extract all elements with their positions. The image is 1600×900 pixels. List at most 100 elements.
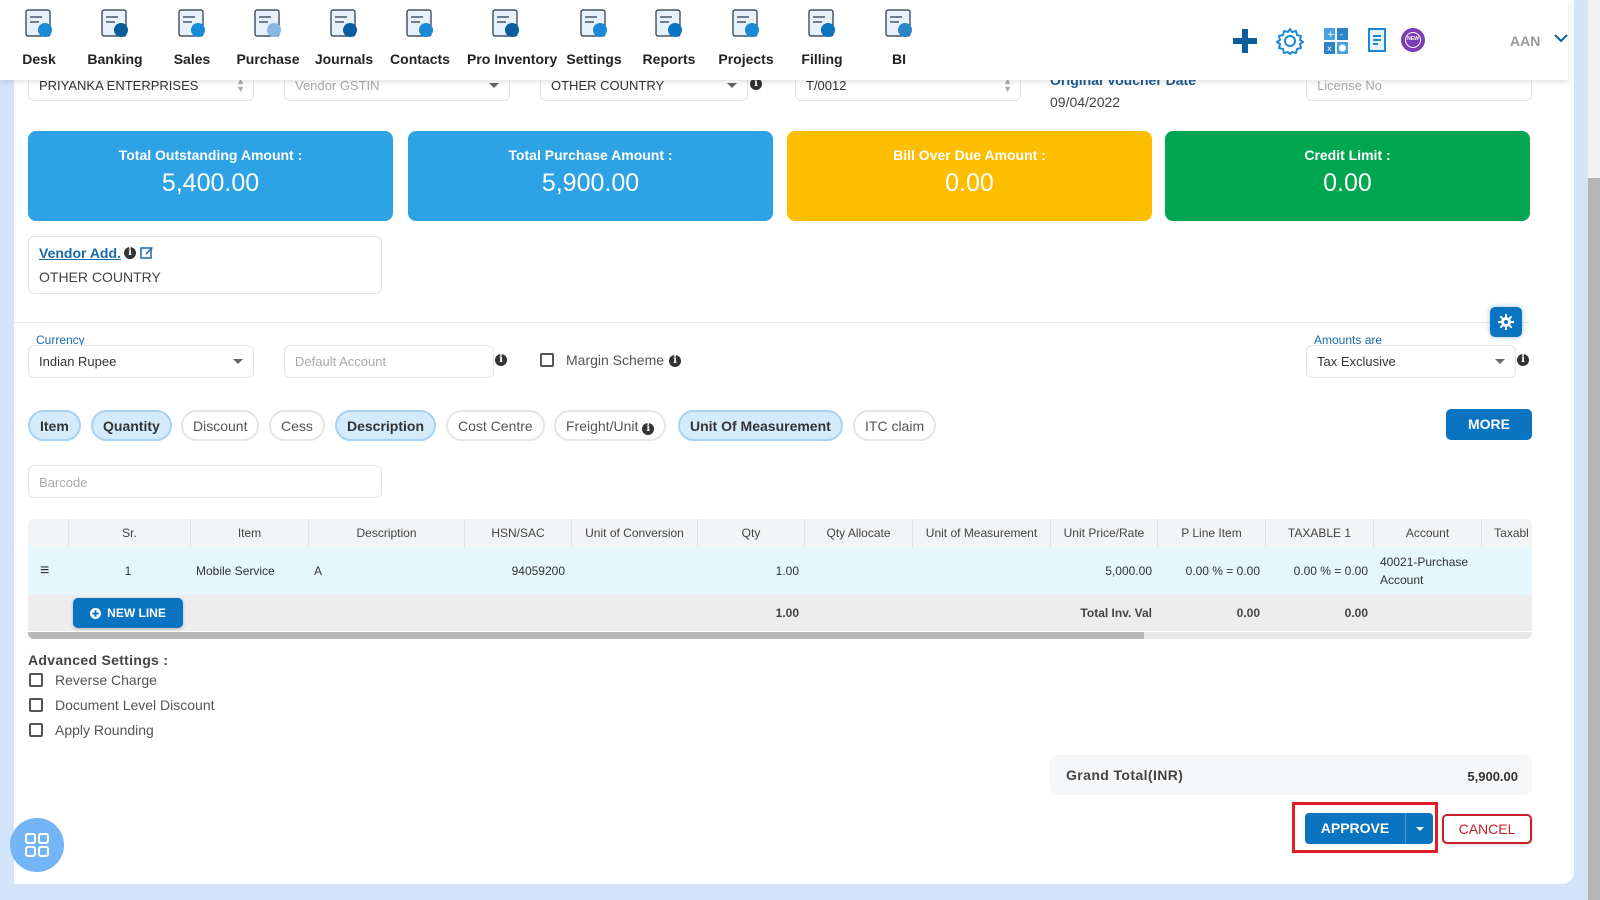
nav-item-filling[interactable]: Filling — [783, 6, 861, 67]
column-header — [28, 519, 68, 547]
column-toggle-itc-claim[interactable]: ITC claim — [853, 410, 937, 441]
place-of-supply-value: OTHER COUNTRY — [551, 78, 665, 93]
new-line-button[interactable]: NEW LINE — [73, 598, 183, 628]
nav-item-pro-inventory[interactable]: Pro Inventory — [467, 6, 557, 67]
column-header: P Line Item — [1157, 519, 1265, 547]
chevron-down-icon — [727, 83, 737, 88]
account-line2: Account — [1380, 573, 1424, 587]
line-items-table: Sr. Item Description HSN/SAC Unit of Convers… — [28, 519, 1532, 639]
page-scrollbar-thumb[interactable] — [1588, 178, 1600, 900]
cell-item[interactable]: Mobile Service — [196, 547, 275, 595]
chevron-down-icon[interactable] — [1553, 30, 1569, 46]
vendor-address-link[interactable]: Vendor Add. — [39, 245, 121, 261]
stat-value: 0.00 — [1323, 169, 1372, 197]
drag-handle-icon[interactable]: ≡ — [40, 547, 49, 595]
bank-icon — [101, 9, 128, 37]
stat-card: Credit Limit : 0.00 — [1165, 131, 1530, 221]
nav-item-sales[interactable]: Sales — [153, 6, 231, 67]
column-toggle-unit-of-measurement[interactable]: Unit Of Measurement — [678, 410, 843, 441]
amounts-are-select[interactable]: Tax Exclusive — [1306, 345, 1516, 378]
approve-dropdown-button[interactable] — [1405, 813, 1433, 844]
add-icon[interactable] — [1232, 26, 1258, 56]
cancel-button[interactable]: CANCEL — [1442, 814, 1532, 844]
nav-label: BI — [892, 51, 906, 67]
nav-item-purchase[interactable]: Purchase — [229, 6, 307, 67]
nav-item-reports[interactable]: Reports — [630, 6, 708, 67]
column-header: Description — [308, 519, 464, 547]
info-icon[interactable]: i — [124, 247, 136, 259]
sales-icon — [178, 9, 205, 37]
apply-rounding-label: Apply Rounding — [55, 722, 154, 738]
filling-icon — [808, 9, 835, 37]
chip-label: Unit Of Measurement — [690, 418, 831, 434]
stat-value: 0.00 — [945, 169, 994, 197]
column-header: Sr. — [68, 519, 190, 547]
nav-item-desk[interactable]: Desk — [0, 6, 78, 67]
nav-label: Filling — [801, 51, 843, 67]
column-toggle-freight-unit[interactable]: Freight/Unit i — [554, 410, 667, 441]
cell-rate[interactable]: 5,000.00 — [1050, 547, 1152, 595]
nav-item-projects[interactable]: Projects — [707, 6, 785, 67]
stat-value: 5,900.00 — [541, 169, 640, 197]
original-voucher-date-value[interactable]: 09/04/2022 — [1050, 94, 1120, 110]
footer-total-inv-label: Total Inv. Val — [1080, 606, 1152, 620]
info-icon[interactable]: i — [495, 354, 507, 366]
column-toggle-description[interactable]: Description — [335, 410, 437, 441]
nav-item-journals[interactable]: Journals — [305, 6, 383, 67]
nav-label: Reports — [642, 51, 696, 67]
column-header: Qty Allocate — [804, 519, 912, 547]
cell-account[interactable]: 40021-Purchase Account — [1380, 553, 1468, 589]
cell-qty[interactable]: 1.00 — [698, 547, 799, 595]
nav-label: Contacts — [390, 51, 450, 67]
settings-tools-icon — [580, 9, 607, 37]
cell-p-line-item[interactable]: 0.00 % = 0.00 — [1158, 547, 1260, 595]
gear-icon — [1498, 314, 1514, 330]
column-toggle-discount[interactable]: Discount — [181, 410, 260, 441]
info-icon[interactable]: i — [642, 423, 655, 435]
cell-unit-conversion[interactable] — [572, 547, 697, 595]
nav-item-bi[interactable]: BI — [860, 6, 938, 67]
document-level-discount-checkbox[interactable] — [29, 698, 43, 712]
inventory-icon — [492, 9, 519, 37]
info-icon[interactable]: i — [1517, 354, 1529, 366]
table-horizontal-scrollbar[interactable] — [28, 632, 1532, 639]
bi-icon — [885, 9, 912, 37]
column-toggle-cost-centre[interactable]: Cost Centre — [446, 410, 545, 441]
grid-icon — [25, 833, 49, 857]
column-header: Unit Price/Rate — [1050, 519, 1157, 547]
projects-icon — [732, 9, 759, 37]
cell-hsn[interactable]: 94059200 — [465, 547, 565, 595]
cell-qty-allocate[interactable] — [805, 547, 912, 595]
cell-taxable1[interactable]: 0.00 % = 0.00 — [1266, 547, 1368, 595]
currency-select[interactable]: Indian Rupee — [28, 345, 254, 378]
barcode-input[interactable]: Barcode — [28, 465, 382, 498]
column-toggle-quantity[interactable]: Quantity — [91, 410, 172, 441]
info-icon[interactable]: i — [669, 355, 681, 367]
edit-icon[interactable] — [140, 245, 154, 259]
cell-description[interactable]: A — [314, 547, 322, 595]
table-row[interactable]: ≡ 1 Mobile Service A 94059200 1.00 5,000… — [28, 547, 1532, 595]
reverse-charge-checkbox[interactable] — [29, 673, 43, 687]
nav-item-banking[interactable]: Banking — [76, 6, 154, 67]
more-button[interactable]: MORE — [1446, 409, 1532, 440]
scrollbar-thumb[interactable] — [28, 632, 1144, 639]
top-navigation: Desk Banking Sales Purchase Journals Con — [0, 0, 1568, 80]
document-icon[interactable] — [1367, 26, 1389, 56]
default-account-field[interactable]: Default Account — [284, 345, 494, 378]
new-badge-icon[interactable]: NEW — [1401, 28, 1425, 52]
column-header: Item — [190, 519, 308, 547]
column-header: Unit of Conversion — [571, 519, 697, 547]
margin-scheme-checkbox[interactable] — [540, 353, 554, 367]
nav-item-settings[interactable]: Settings — [555, 6, 633, 67]
calculator-icon[interactable]: + - x — [1323, 26, 1349, 56]
column-toggle-cess[interactable]: Cess — [269, 410, 325, 441]
apps-menu-button[interactable] — [10, 818, 64, 872]
nav-item-contacts[interactable]: Contacts — [381, 6, 459, 67]
approve-button[interactable]: APPROVE — [1305, 813, 1405, 844]
column-toggle-item[interactable]: Item — [28, 410, 81, 441]
cell-uom[interactable] — [913, 547, 1049, 595]
apply-rounding-checkbox[interactable] — [29, 723, 43, 737]
column-settings-button[interactable] — [1490, 307, 1522, 337]
gear-icon[interactable] — [1276, 26, 1304, 56]
user-name[interactable]: AAN — [1510, 33, 1540, 49]
